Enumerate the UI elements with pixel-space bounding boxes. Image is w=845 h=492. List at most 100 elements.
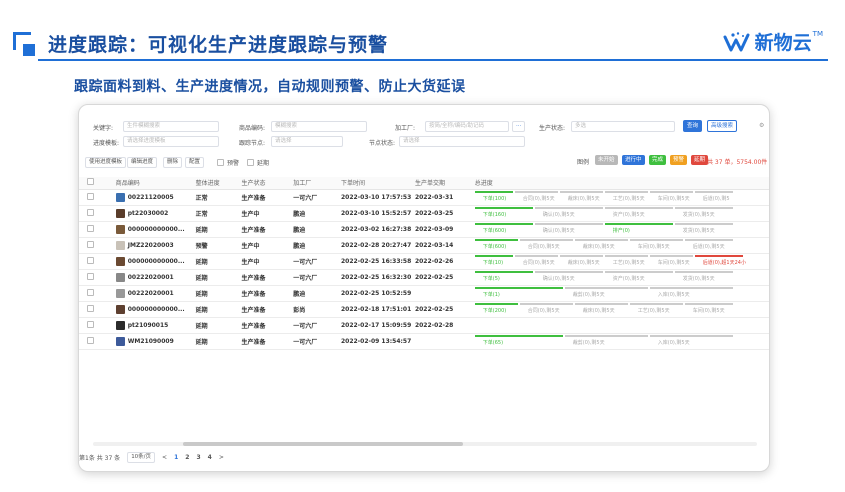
factory-cell: 一可六厂: [290, 189, 338, 206]
prev-page-button[interactable]: <: [162, 454, 167, 461]
edit-progress-button[interactable]: 编辑进度: [127, 157, 158, 168]
delay-checkbox[interactable]: [247, 159, 254, 166]
progress-segment: [604, 190, 648, 193]
search-button[interactable]: 查询: [683, 120, 703, 132]
table-row[interactable]: 000000000000... 延期 生产准备 彭尚 2022-02-18 17:51:…: [79, 301, 769, 318]
page-number[interactable]: 1: [174, 454, 178, 461]
warning-checkbox[interactable]: [217, 159, 224, 166]
product-code-text[interactable]: pt22030002: [128, 210, 169, 217]
col-total-progress: 总进度: [471, 177, 769, 190]
row-select-cell: [79, 285, 113, 302]
product-code-cell[interactable]: 000000000000...: [112, 301, 193, 318]
row-checkbox[interactable]: [87, 240, 94, 248]
progress-node-label: 下单(100): [482, 195, 507, 202]
table-row[interactable]: 00222020001 延期 生产准备 一可六厂 2022-02-25 16:32:30…: [79, 269, 769, 286]
horizontal-scrollbar[interactable]: [93, 442, 757, 446]
due-date-cell: 2022-03-14: [411, 237, 472, 254]
table-row[interactable]: 00222020001 延期 生产准备 鹏迪 2022-02-25 10:52:59 下单…: [79, 285, 769, 302]
product-code-input[interactable]: 模糊搜索: [271, 121, 367, 132]
prod-status-cell: 生产准备: [238, 317, 291, 334]
progress-segment: [514, 254, 558, 257]
legend-item: 完成: [649, 155, 667, 165]
row-checkbox[interactable]: [87, 304, 94, 312]
config-button[interactable]: 配置: [185, 157, 205, 168]
select-all-checkbox[interactable]: [87, 178, 94, 186]
keyword-input[interactable]: 生件模糊搜索: [123, 121, 219, 132]
progress-node-label: 资产(0),剩5天: [612, 275, 645, 282]
product-code-cell[interactable]: JMZ22020003: [112, 237, 193, 254]
total-progress-cell: 下单(160) 确认(0),剩5天 资产(0),剩5天 发货(0),剩5天: [471, 205, 769, 222]
row-checkbox[interactable]: [87, 208, 94, 216]
settings-icon[interactable]: ⚙: [759, 122, 764, 129]
use-template-button[interactable]: 使用进度模板: [85, 157, 127, 168]
next-page-button[interactable]: >: [219, 454, 224, 461]
table-row[interactable]: pt21090015 延期 生产准备 一可六厂 2022-02-17 15:09:59 2…: [79, 317, 769, 334]
due-date-cell: 2022-02-25: [411, 301, 472, 318]
overall-progress-cell: 延期: [192, 269, 239, 286]
table-row[interactable]: 00221120005 正常 生产准备 一可六厂 2022-03-10 17:57:53…: [79, 189, 769, 206]
page-number[interactable]: 4: [208, 454, 212, 461]
product-code-text[interactable]: 00222020001: [128, 274, 174, 281]
table-row[interactable]: WM21090009 延期 生产准备 一可六厂 2022-02-09 13:54:57 下…: [79, 333, 769, 350]
product-code-text[interactable]: pt21090015: [128, 322, 169, 329]
row-checkbox[interactable]: [87, 320, 94, 328]
row-checkbox[interactable]: [87, 272, 94, 280]
product-code-text[interactable]: 00222020001: [128, 290, 174, 297]
factory-input[interactable]: 按简/全称/编码/助记码: [425, 121, 509, 132]
advanced-search-button[interactable]: 高级搜索: [707, 120, 738, 132]
progress-node-label: 确认(0),剩5天: [542, 227, 575, 234]
product-code-text[interactable]: JMZ22020003: [128, 242, 174, 249]
product-code-text[interactable]: 00221120005: [128, 194, 174, 201]
due-date-cell: 2022-03-31: [411, 189, 472, 206]
page-number[interactable]: 2: [185, 454, 189, 461]
product-code-cell[interactable]: 000000000000...: [112, 221, 193, 238]
total-progress-cell: [471, 317, 769, 334]
overall-progress-cell: 延期: [192, 285, 239, 302]
table-row[interactable]: pt22030002 正常 生产中 鹏迪 2022-03-10 15:52:57 2022…: [79, 205, 769, 222]
progress-node-label: 合同(0),剩5天: [522, 259, 555, 266]
prod-status-cell: 生产准备: [238, 189, 291, 206]
product-thumbnail: [115, 240, 125, 250]
row-checkbox[interactable]: [87, 336, 94, 344]
progress-segment: [649, 190, 693, 193]
table-row[interactable]: 000000000000... 延期 生产准备 鹏迪 2022-03-02 16:27:…: [79, 221, 769, 238]
product-code-text[interactable]: 000000000000...: [128, 306, 185, 313]
pagination: 第1条 共 37 条 10条/页 < 123 4 >: [79, 452, 231, 463]
row-checkbox[interactable]: [87, 288, 94, 296]
page-size-select[interactable]: 10条/页: [127, 452, 156, 463]
prod-status-cell: 生产准备: [238, 333, 291, 350]
table-row[interactable]: JMZ22020003 预警 生产中 鹏迪 2022-02-28 20:27:47 202…: [79, 237, 769, 254]
keyword-label: 关键字:: [93, 125, 114, 132]
prod-status-select[interactable]: 多选: [571, 121, 675, 132]
product-code-text[interactable]: WM21090009: [128, 338, 174, 345]
progress-track: 下单(600) 合同(0),剩5天 裁床(0),剩5天 车间(0),剩5天 后道(0),…: [474, 238, 769, 253]
order-time-cell: 2022-02-25 10:52:59: [337, 285, 412, 302]
order-time-cell: 2022-03-02 16:27:38: [337, 221, 412, 238]
row-select-cell: [79, 189, 113, 206]
product-code-cell[interactable]: 00221120005: [112, 189, 193, 206]
progress-node-label: 裁床(0),剩5天: [567, 195, 600, 202]
col-order-time: 下单时间: [337, 177, 412, 190]
delete-button[interactable]: 删除: [163, 157, 183, 168]
product-code-cell[interactable]: pt22030002: [112, 205, 193, 222]
product-code-cell[interactable]: WM21090009: [112, 333, 193, 350]
page-number[interactable]: 3: [196, 454, 200, 461]
track-node-select[interactable]: 请选择: [271, 136, 343, 147]
row-checkbox[interactable]: [87, 256, 94, 264]
product-code-cell[interactable]: 00222020001: [112, 269, 193, 286]
table-row[interactable]: 000000000000... 延期 生产中 一可六厂 2022-02-25 16:33…: [79, 253, 769, 270]
template-select[interactable]: 请选择进度模板: [123, 136, 219, 147]
product-code-cell[interactable]: 000000000000...: [112, 253, 193, 270]
product-code-text[interactable]: 000000000000...: [128, 226, 185, 233]
legend-item: 进行中: [622, 155, 645, 165]
row-checkbox[interactable]: [87, 224, 94, 232]
prod-status-cell: 生产准备: [238, 269, 291, 286]
product-code-cell[interactable]: 00222020001: [112, 285, 193, 302]
row-select-cell: [79, 317, 113, 334]
row-checkbox[interactable]: [87, 192, 94, 200]
product-code-cell[interactable]: pt21090015: [112, 317, 193, 334]
product-code-text[interactable]: 000000000000...: [128, 258, 185, 265]
scrollbar-thumb[interactable]: [183, 442, 463, 446]
factory-more-button[interactable]: ···: [512, 121, 526, 132]
node-status-select[interactable]: 请选择: [399, 136, 525, 147]
